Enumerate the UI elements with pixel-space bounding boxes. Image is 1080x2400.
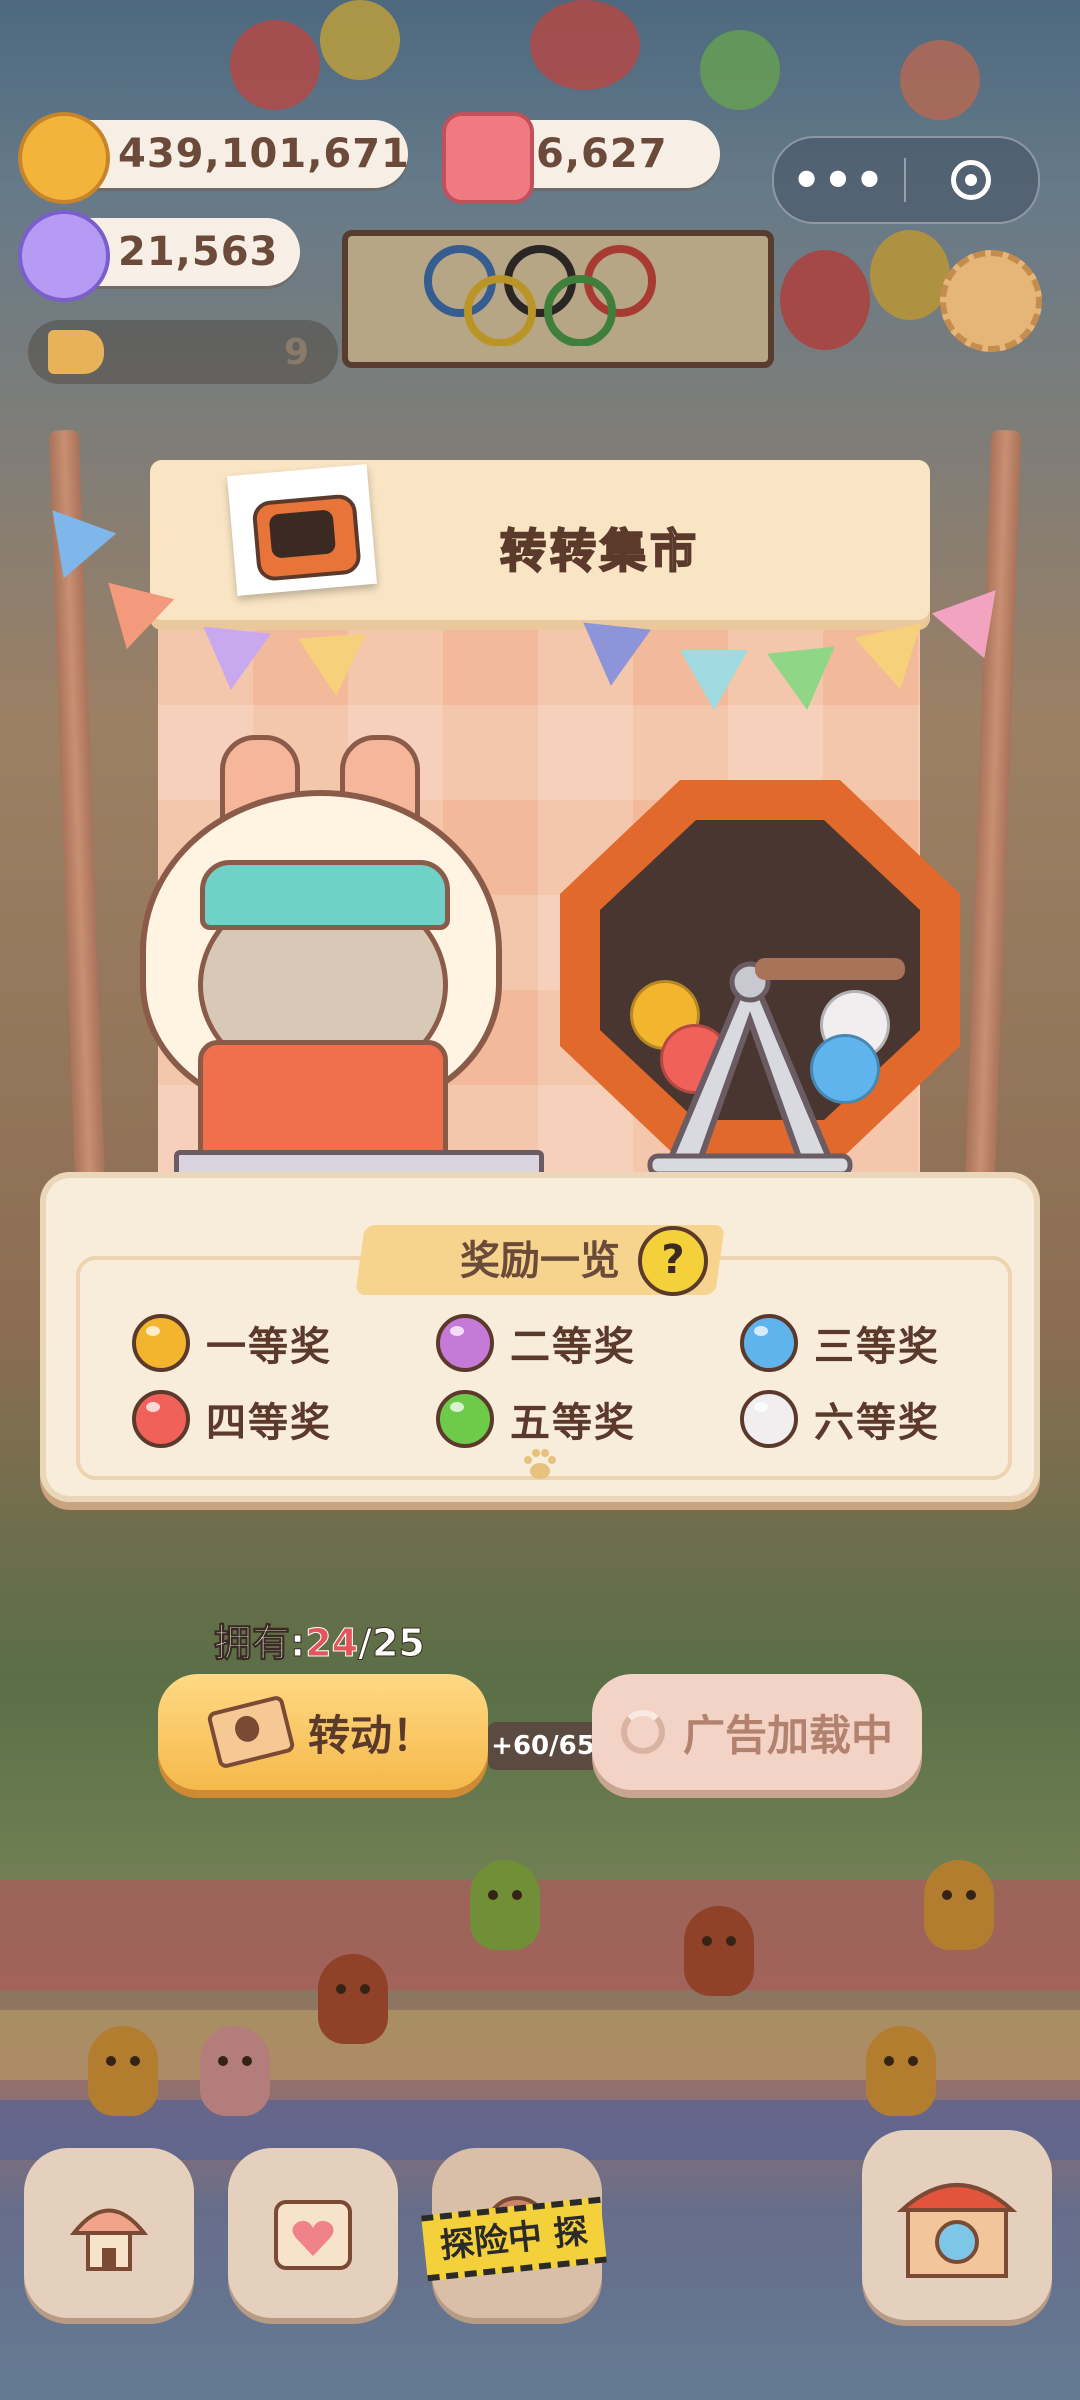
ad-label: 广告加载中 bbox=[682, 1710, 893, 1760]
white-ball-icon bbox=[740, 1390, 798, 1448]
crystal-orb-icon bbox=[18, 210, 110, 302]
reward-heading: 奖励一览 bbox=[460, 1238, 620, 1284]
prize-tier-6: 六等奖 bbox=[740, 1390, 940, 1448]
prize-tier-5: 五等奖 bbox=[436, 1390, 636, 1448]
gold-ball-icon bbox=[132, 1314, 190, 1372]
carnival-stage-icon bbox=[896, 2183, 1018, 2278]
owned-count: 拥有:24/25 bbox=[213, 1612, 425, 1667]
prize-tier-1: 一等奖 bbox=[132, 1314, 332, 1372]
prize-label: 三等奖 bbox=[814, 1324, 940, 1370]
blue-ball-icon bbox=[740, 1314, 798, 1372]
purple-ball-icon bbox=[436, 1314, 494, 1372]
mushroom-house-icon bbox=[69, 2208, 149, 2271]
tv-card bbox=[227, 464, 377, 596]
loading-spinner-icon bbox=[620, 1710, 665, 1754]
crystal-counter: 21,563 bbox=[18, 210, 300, 302]
more-dots-icon[interactable]: ••• bbox=[774, 157, 904, 203]
gem-value: 6,627 bbox=[536, 131, 668, 177]
prize-tier-4: 四等奖 bbox=[132, 1390, 332, 1448]
prize-label: 四等奖 bbox=[206, 1400, 332, 1446]
green-ball-icon bbox=[436, 1390, 494, 1448]
megaphone-icon bbox=[48, 330, 104, 374]
ad-loading-button[interactable]: 广告加载中 bbox=[592, 1674, 922, 1790]
calendar-heart-icon bbox=[274, 2200, 352, 2270]
spin-label: 转动！ bbox=[307, 1710, 434, 1760]
mini-program-capsule: ••• bbox=[772, 136, 1040, 224]
nav-carnival-button[interactable] bbox=[862, 2130, 1052, 2320]
crystal-value: 21,563 bbox=[118, 229, 279, 275]
prize-label: 一等奖 bbox=[206, 1324, 332, 1370]
energy-readout: +60/65 bbox=[488, 1722, 598, 1770]
announcement-bar[interactable]: 9 bbox=[28, 320, 338, 384]
coin-counter: 439,101,671 bbox=[18, 112, 410, 204]
owned-prefix: 拥有: bbox=[213, 1621, 306, 1666]
wheel-crank bbox=[755, 958, 905, 980]
target-close-icon[interactable] bbox=[906, 160, 1036, 200]
prize-label: 二等奖 bbox=[510, 1324, 636, 1370]
gem-counter: 6,627 bbox=[442, 112, 720, 204]
nav-house-button[interactable] bbox=[24, 2148, 194, 2318]
prize-label: 五等奖 bbox=[510, 1400, 636, 1446]
prize-label: 六等奖 bbox=[814, 1400, 940, 1446]
ticket-icon bbox=[206, 1694, 296, 1770]
wheel-stand bbox=[647, 961, 853, 1177]
stall-title: 转转集市 bbox=[499, 523, 700, 579]
tv-icon bbox=[251, 493, 362, 583]
help-icon[interactable]: ? bbox=[638, 1226, 708, 1296]
owned-max: 25 bbox=[371, 1621, 425, 1666]
nav-calendar-button[interactable] bbox=[228, 2148, 398, 2318]
settings-gear-icon[interactable] bbox=[940, 250, 1042, 352]
prize-tier-2: 二等奖 bbox=[436, 1314, 636, 1372]
pink-gem-icon bbox=[442, 112, 534, 204]
owned-sep: / bbox=[358, 1621, 373, 1666]
red-ball-icon bbox=[132, 1390, 190, 1448]
prize-tier-3: 三等奖 bbox=[740, 1314, 940, 1372]
spin-button[interactable]: 转动！ bbox=[158, 1674, 488, 1790]
cookie-coin-icon bbox=[18, 112, 110, 204]
paw-icon bbox=[524, 1449, 556, 1479]
coin-value: 439,101,671 bbox=[118, 131, 410, 177]
owned-current: 24 bbox=[305, 1621, 359, 1666]
announce-count: 9 bbox=[284, 331, 310, 373]
